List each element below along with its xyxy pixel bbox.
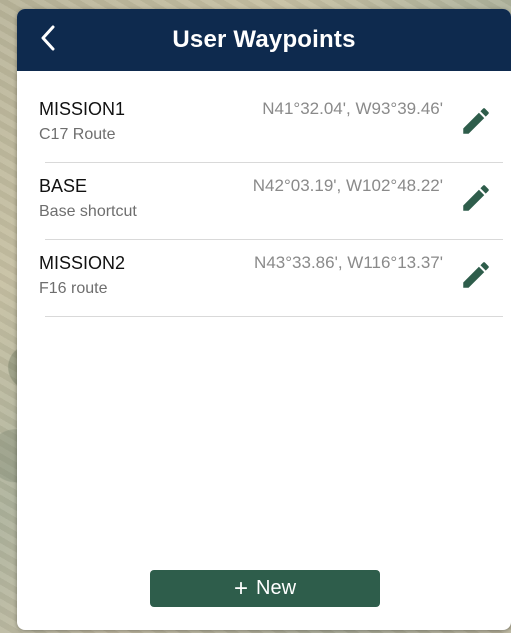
waypoint-description: F16 route <box>39 280 108 297</box>
pencil-icon <box>459 258 493 297</box>
plus-icon: + <box>233 574 248 602</box>
new-button-label: New <box>256 577 297 599</box>
waypoint-name: MISSION2 <box>39 253 126 273</box>
user-waypoints-panel: User Waypoints MISSION1 C17 Route N41°32… <box>17 9 511 630</box>
pencil-icon <box>459 181 493 220</box>
waypoint-coordinates: N42°03.19', W102°48.22' <box>252 176 443 195</box>
page-title: User Waypoints <box>172 26 356 53</box>
pencil-icon <box>459 104 493 143</box>
edit-waypoint-button[interactable] <box>457 258 495 296</box>
list-item[interactable]: MISSION2 F16 route N43°33.86', W116°13.3… <box>17 240 511 317</box>
waypoint-coordinates: N41°32.04', W93°39.46' <box>262 99 443 118</box>
row-divider <box>45 316 503 317</box>
edit-waypoint-button[interactable] <box>457 181 495 219</box>
waypoint-list: MISSION1 C17 Route N41°32.04', W93°39.46… <box>17 86 511 317</box>
new-waypoint-button[interactable]: + New <box>150 570 380 607</box>
waypoint-name: BASE <box>39 176 88 196</box>
waypoint-description: Base shortcut <box>39 203 137 220</box>
waypoint-name: MISSION1 <box>39 99 126 119</box>
back-button[interactable] <box>31 21 65 59</box>
edit-waypoint-button[interactable] <box>457 104 495 142</box>
list-item[interactable]: BASE Base shortcut N42°03.19', W102°48.2… <box>17 163 511 240</box>
list-item[interactable]: MISSION1 C17 Route N41°32.04', W93°39.46… <box>17 86 511 163</box>
panel-header: User Waypoints <box>17 9 511 71</box>
chevron-left-icon <box>39 25 57 56</box>
waypoint-coordinates: N43°33.86', W116°13.37' <box>254 253 443 272</box>
waypoint-description: C17 Route <box>39 126 116 143</box>
